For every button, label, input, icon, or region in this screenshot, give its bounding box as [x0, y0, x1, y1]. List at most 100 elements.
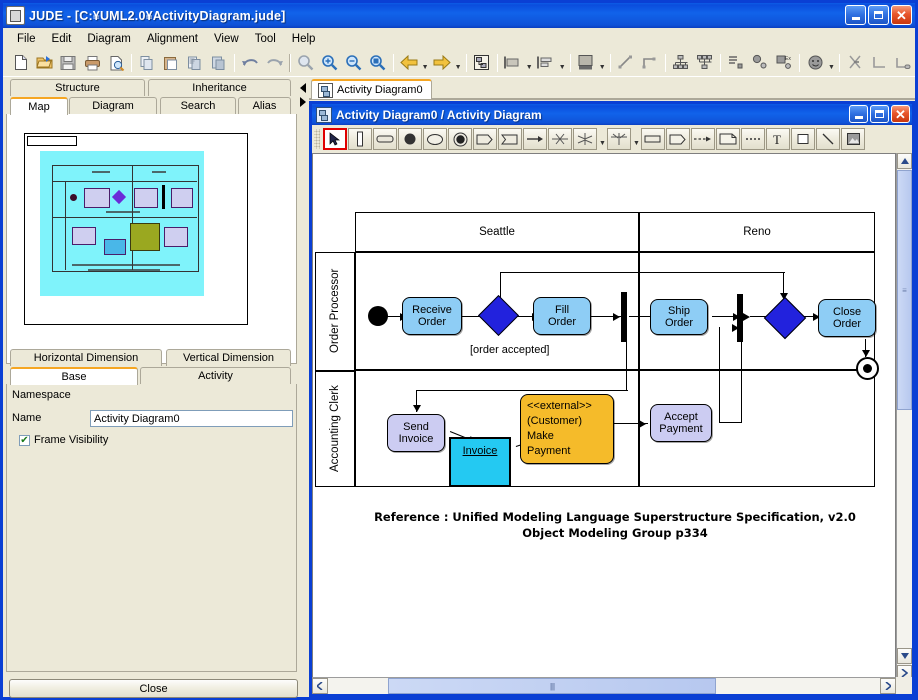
map-viewport[interactable] [40, 151, 204, 296]
select-pointer-tool[interactable] [323, 128, 347, 150]
merge-dropdown-caret-icon[interactable]: ▼ [632, 125, 641, 153]
align-vertical-icon[interactable] [534, 51, 558, 75]
partition-vertical-tool[interactable] [348, 128, 372, 150]
line-diagonal-icon[interactable] [614, 51, 638, 75]
pin-node-tool[interactable] [666, 128, 690, 150]
open-folder-icon[interactable] [32, 51, 56, 75]
hierarchy-down-icon[interactable] [669, 51, 693, 75]
text-tool[interactable]: T [766, 128, 790, 150]
corner-right-icon[interactable] [891, 51, 915, 75]
node-invoice-object[interactable]: Invoice [449, 437, 511, 487]
align-horizontal-caret-icon[interactable]: ▼ [525, 49, 534, 77]
object-layout-icon[interactable] [748, 51, 772, 75]
print-icon[interactable] [80, 51, 104, 75]
fill-color-caret-icon[interactable]: ▼ [598, 49, 607, 77]
note-anchor-tool[interactable] [741, 128, 765, 150]
fork-node-tool[interactable] [548, 128, 572, 150]
dependency-tool[interactable] [691, 128, 715, 150]
accept-event-tool[interactable] [498, 128, 522, 150]
sidebar-tab-inheritance[interactable]: Inheritance [148, 79, 291, 96]
object-ex-layout-icon[interactable]: Ex [772, 51, 796, 75]
join-dropdown-caret-icon[interactable]: ▼ [598, 125, 607, 153]
undo-icon[interactable] [238, 51, 262, 75]
action-rounded-tool[interactable] [373, 128, 397, 150]
frame-visibility-checkbox[interactable]: ✔ [19, 434, 30, 446]
minimize-button[interactable] [845, 5, 866, 25]
name-input[interactable]: Activity Diagram0 [90, 410, 293, 427]
align-vertical-caret-icon[interactable]: ▼ [558, 49, 567, 77]
structure-tree-icon[interactable] [470, 51, 494, 75]
smiley-caret-icon[interactable]: ▼ [827, 49, 836, 77]
redo-icon[interactable] [262, 51, 286, 75]
back-dropdown-caret-icon[interactable]: ▼ [421, 49, 430, 77]
property-tab-horizontal-dimension[interactable]: Horizontal Dimension [10, 349, 162, 366]
maximize-button[interactable] [868, 5, 889, 25]
scroll-vertical-thumb[interactable]: ≡ [897, 170, 912, 410]
final-node-tool[interactable] [448, 128, 472, 150]
flow-arrow-tool[interactable] [523, 128, 547, 150]
sidebar-tab-diagram[interactable]: Diagram [69, 97, 157, 114]
line-tool[interactable] [816, 128, 840, 150]
fill-color-icon[interactable] [574, 51, 598, 75]
node-fill-order[interactable]: Fill Order [533, 297, 591, 335]
node-fork-bar[interactable] [621, 292, 627, 342]
node-receive-order[interactable]: Receive Order [402, 297, 462, 335]
scroll-up-button[interactable] [897, 153, 912, 169]
menu-view[interactable]: View [206, 31, 247, 47]
node-final[interactable] [856, 357, 879, 380]
diagram-canvas[interactable]: Seattle Reno Order Processor Accounting … [312, 153, 896, 681]
paste-page-icon[interactable] [207, 51, 231, 75]
align-horizontal-icon[interactable] [501, 51, 525, 75]
copy-icon[interactable] [135, 51, 159, 75]
mdi-minimize-button[interactable] [849, 105, 868, 123]
zoom-out-icon[interactable] [342, 51, 366, 75]
document-tab-activity-diagram0[interactable]: Activity Diagram0 [311, 79, 432, 99]
diagram-toolbar-grip[interactable] [314, 129, 320, 149]
panel-splitter[interactable] [299, 79, 309, 697]
property-tab-base[interactable]: Base [10, 367, 138, 385]
rectangle-tool[interactable] [791, 128, 815, 150]
sidebar-tab-map[interactable]: Map [10, 97, 68, 115]
node-make-payment[interactable]: <<external>> (Customer) Make Payment [520, 394, 614, 464]
menu-tool[interactable]: Tool [247, 31, 284, 47]
back-arrow-icon[interactable] [397, 51, 421, 75]
sidebar-tab-search[interactable]: Search [160, 97, 236, 114]
print-preview-icon[interactable] [104, 51, 128, 75]
save-disk-icon[interactable] [56, 51, 80, 75]
send-signal-tool[interactable] [473, 128, 497, 150]
object-node-tool[interactable] [641, 128, 665, 150]
forward-dropdown-caret-icon[interactable]: ▼ [454, 49, 463, 77]
scroll-right-button[interactable] [880, 678, 896, 694]
menu-help[interactable]: Help [284, 31, 324, 47]
image-tool[interactable] [841, 128, 865, 150]
scroll-down-button[interactable] [897, 648, 912, 664]
map-thumbnail[interactable] [6, 114, 297, 364]
smiley-icon[interactable] [803, 51, 827, 75]
node-initial[interactable] [368, 306, 388, 326]
merge-node-tool[interactable] [607, 128, 631, 150]
node-close-order[interactable]: Close Order [818, 299, 876, 337]
join-node-tool[interactable] [573, 128, 597, 150]
corner-left-icon[interactable] [867, 51, 891, 75]
splitter-expand-right-icon[interactable] [300, 97, 306, 107]
sidebar-tab-structure[interactable]: Structure [10, 79, 145, 96]
zoom-reset-icon[interactable] [294, 51, 318, 75]
close-panel-button[interactable]: Close [9, 679, 298, 698]
close-button[interactable]: ✕ [891, 5, 912, 25]
cut-scissors-icon[interactable] [843, 51, 867, 75]
property-tab-vertical-dimension[interactable]: Vertical Dimension [166, 349, 291, 366]
menu-diagram[interactable]: Diagram [79, 31, 138, 47]
mdi-restore-button[interactable] [870, 105, 889, 123]
scroll-left-button[interactable] [312, 678, 328, 694]
menu-edit[interactable]: Edit [44, 31, 80, 47]
node-accept-payment[interactable]: Accept Payment [650, 404, 712, 442]
node-join-bar[interactable] [737, 294, 743, 342]
initial-node-tool[interactable] [398, 128, 422, 150]
new-document-icon[interactable] [8, 51, 32, 75]
canvas-vertical-scrollbar[interactable]: ≡ [896, 153, 912, 681]
zoom-in-icon[interactable] [318, 51, 342, 75]
sidebar-tab-alias[interactable]: Alias [238, 97, 291, 114]
menu-alignment[interactable]: Alignment [139, 31, 206, 47]
menu-file[interactable]: File [9, 31, 44, 47]
frame-visibility-row[interactable]: ✔ Frame Visibility [19, 434, 108, 446]
